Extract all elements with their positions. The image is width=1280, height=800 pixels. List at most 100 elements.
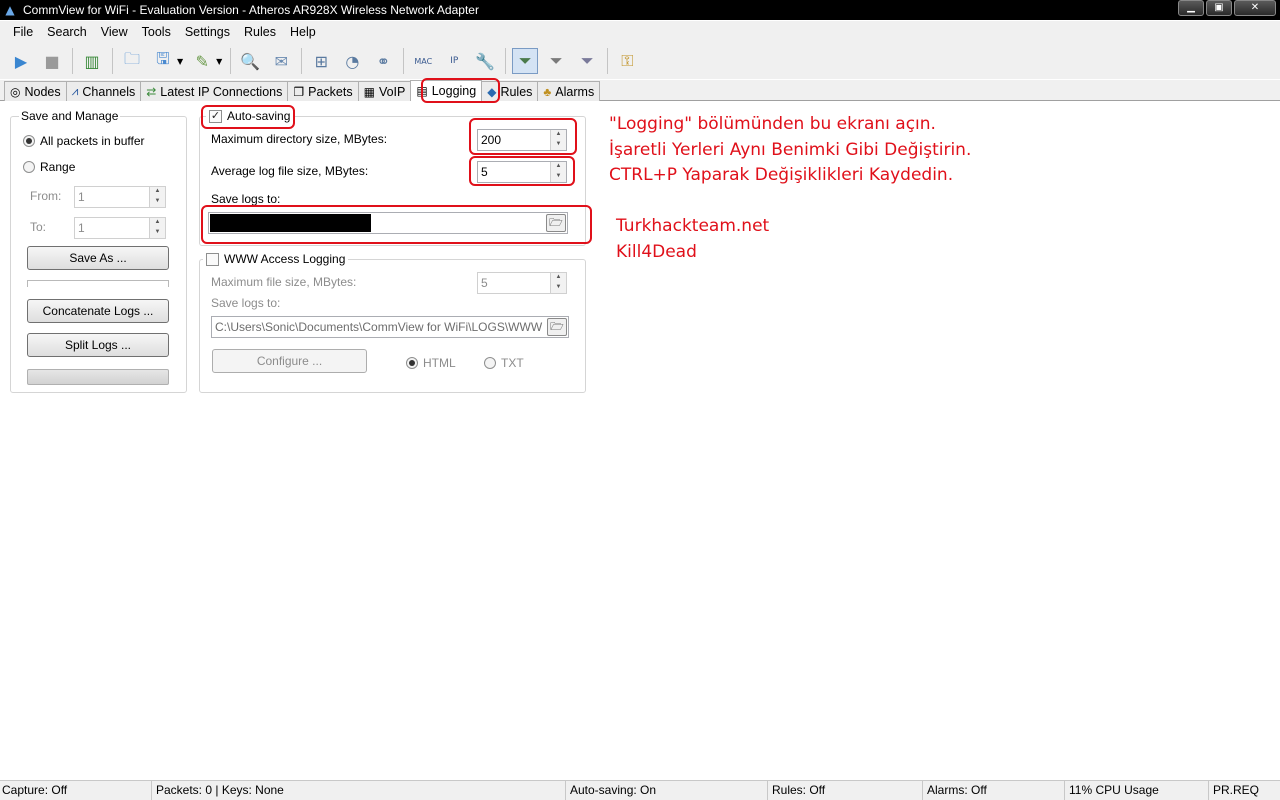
menu-help[interactable]: Help	[283, 25, 323, 39]
packet-generator-icon[interactable]: ✉	[268, 48, 294, 74]
status-capture: Capture: Off	[0, 781, 152, 800]
spin-up-icon[interactable]: ▲	[551, 130, 566, 140]
status-autosaving: Auto-saving: On	[568, 781, 768, 800]
packets-icon: ❐	[293, 84, 305, 99]
menu-tools[interactable]: Tools	[135, 25, 178, 39]
stop-capture-icon[interactable]: ■	[39, 48, 65, 74]
tab-bar: ◎ Nodes ⩘ Channels ⇄ Latest IP Connections …	[0, 80, 1280, 101]
ip-alias-icon[interactable]: IP	[441, 48, 467, 74]
status-bar: Capture: Off Packets: 0 | Keys: None Aut…	[0, 780, 1280, 800]
to-stepper[interactable]: 1 ▲ ▼	[74, 217, 166, 239]
tab-voip[interactable]: ▦ VoIP	[357, 81, 412, 101]
voip-icon: ▦	[363, 84, 375, 99]
menu-rules[interactable]: Rules	[237, 25, 283, 39]
txt-radio[interactable]: TXT	[484, 356, 524, 370]
save-manage-title: Save and Manage	[19, 109, 121, 123]
toolbar-separator	[72, 48, 73, 74]
minimize-button[interactable]: ▁	[1178, 0, 1204, 16]
spin-up-icon[interactable]: ▲	[551, 162, 566, 172]
search-icon[interactable]: 🔍	[237, 48, 263, 74]
tab-packets[interactable]: ❐ Packets	[287, 81, 359, 101]
statistics-icon[interactable]: ◔	[339, 48, 365, 74]
status-cpu: 11% CPU Usage	[1067, 781, 1209, 800]
toolbar-separator	[301, 48, 303, 74]
tab-latest-ip-connections[interactable]: ⇄ Latest IP Connections	[140, 81, 289, 101]
control-filter-icon[interactable]: ⏷	[574, 48, 600, 74]
channels-book-icon[interactable]: ▥	[79, 48, 105, 74]
avg-file-size-label: Average log file size, MBytes:	[211, 164, 369, 178]
open-file-icon[interactable]: 🗀	[119, 48, 145, 74]
title-bar: ▲ CommView for WiFi - Evaluation Version…	[0, 0, 1280, 20]
html-radio[interactable]: HTML	[406, 356, 456, 370]
maximize-button[interactable]: ▣	[1206, 0, 1232, 16]
note-site: Turkhackteam.net	[616, 216, 770, 236]
spin-down-icon[interactable]: ▼	[551, 283, 566, 293]
group-divider	[27, 280, 169, 287]
www-save-logs-to-label: Save logs to:	[211, 296, 281, 310]
folder-open-icon[interactable]: 🗁	[546, 214, 566, 232]
max-file-size-label: Maximum file size, MBytes:	[211, 275, 357, 289]
channels-icon: ⩘	[71, 84, 79, 98]
spin-up-icon[interactable]: ▲	[150, 218, 165, 228]
spin-down-icon[interactable]: ▼	[150, 228, 165, 238]
tab-logging[interactable]: ▤ Logging	[410, 80, 483, 101]
save-logs-path-input[interactable]: 🗁	[208, 212, 568, 234]
wrench-icon[interactable]: 🔧	[472, 48, 498, 74]
max-dir-size-label: Maximum directory size, MBytes:	[211, 132, 388, 146]
spin-down-icon[interactable]: ▼	[150, 197, 165, 207]
progress-bar	[27, 369, 169, 385]
range-radio[interactable]: Range	[23, 160, 75, 174]
www-save-logs-path-input[interactable]: C:\Users\Sonic\Documents\CommView for Wi…	[211, 316, 569, 338]
management-filter-icon[interactable]: ⏷	[543, 48, 569, 74]
status-alarms: Alarms: Off	[925, 781, 1065, 800]
rules-icon: ◆	[487, 84, 497, 99]
www-logging-checkbox[interactable]: WWW Access Logging	[203, 252, 349, 266]
spin-up-icon[interactable]: ▲	[551, 273, 566, 283]
edit-icon[interactable]: ✎	[189, 48, 215, 74]
save-as-button[interactable]: Save As ...	[27, 246, 169, 270]
max-dir-size-stepper[interactable]: 200 ▲ ▼	[477, 129, 567, 151]
from-stepper[interactable]: 1 ▲ ▼	[74, 186, 166, 208]
logging-panel: Save and Manage All packets in buffer Ra…	[0, 78, 1280, 780]
configure-button[interactable]: Configure ...	[212, 349, 367, 373]
folder-open-icon[interactable]: 🗁	[547, 318, 567, 336]
mac-alias-icon[interactable]: MAC	[410, 48, 436, 74]
tab-channels[interactable]: ⩘ Channels	[65, 81, 142, 101]
menu-settings[interactable]: Settings	[178, 25, 237, 39]
spin-up-icon[interactable]: ▲	[150, 187, 165, 197]
spin-down-icon[interactable]: ▼	[551, 172, 566, 182]
max-file-size-stepper[interactable]: 5 ▲ ▼	[477, 272, 567, 294]
reconstruct-icon[interactable]: ⚭	[370, 48, 396, 74]
keys-icon[interactable]: ⚿	[614, 48, 640, 74]
note-line-2: İşaretli Yerleri Aynı Benimki Gibi Değiş…	[609, 140, 972, 160]
toolbar: ▶ ■ ▥ 🗀 🖫 ▼ ✎ ▼ 🔍 ✉ ⊞ ◔ ⚭ MAC IP 🔧 ⏷ ⏷ ⏷…	[0, 43, 1280, 79]
menu-bar: File Search View Tools Settings Rules He…	[0, 21, 1280, 43]
redacted-path	[210, 214, 371, 232]
tab-alarms[interactable]: ♣ Alarms	[537, 81, 601, 101]
toolbar-separator	[607, 48, 609, 74]
menu-view[interactable]: View	[94, 25, 135, 39]
toolbar-separator	[505, 48, 507, 74]
alarms-icon: ♣	[543, 84, 552, 99]
spin-down-icon[interactable]: ▼	[551, 140, 566, 150]
tab-nodes[interactable]: ◎ Nodes	[4, 81, 67, 101]
close-button[interactable]: ✕	[1234, 0, 1276, 16]
note-author: Kill4Dead	[616, 242, 697, 262]
menu-search[interactable]: Search	[40, 25, 94, 39]
chevron-down-icon[interactable]: ▼	[177, 57, 183, 66]
avg-file-size-stepper[interactable]: 5 ▲ ▼	[477, 161, 567, 183]
concatenate-logs-button[interactable]: Concatenate Logs ...	[27, 299, 169, 323]
tab-rules[interactable]: ◆ Rules	[481, 81, 539, 101]
autosaving-checkbox[interactable]: ✓ Auto-saving	[206, 109, 294, 123]
start-capture-icon[interactable]: ▶	[8, 48, 34, 74]
status-packets: Packets: 0 | Keys: None	[154, 781, 566, 800]
data-filter-icon[interactable]: ⏷	[512, 48, 539, 74]
toolbar-separator	[230, 48, 232, 74]
all-packets-radio[interactable]: All packets in buffer	[23, 134, 145, 148]
logging-icon: ▤	[416, 84, 428, 98]
chevron-down-icon[interactable]: ▼	[216, 57, 222, 66]
nodes-map-icon[interactable]: ⊞	[308, 48, 334, 74]
save-file-icon[interactable]: 🖫	[150, 48, 176, 74]
split-logs-button[interactable]: Split Logs ...	[27, 333, 169, 357]
menu-file[interactable]: File	[6, 25, 40, 39]
